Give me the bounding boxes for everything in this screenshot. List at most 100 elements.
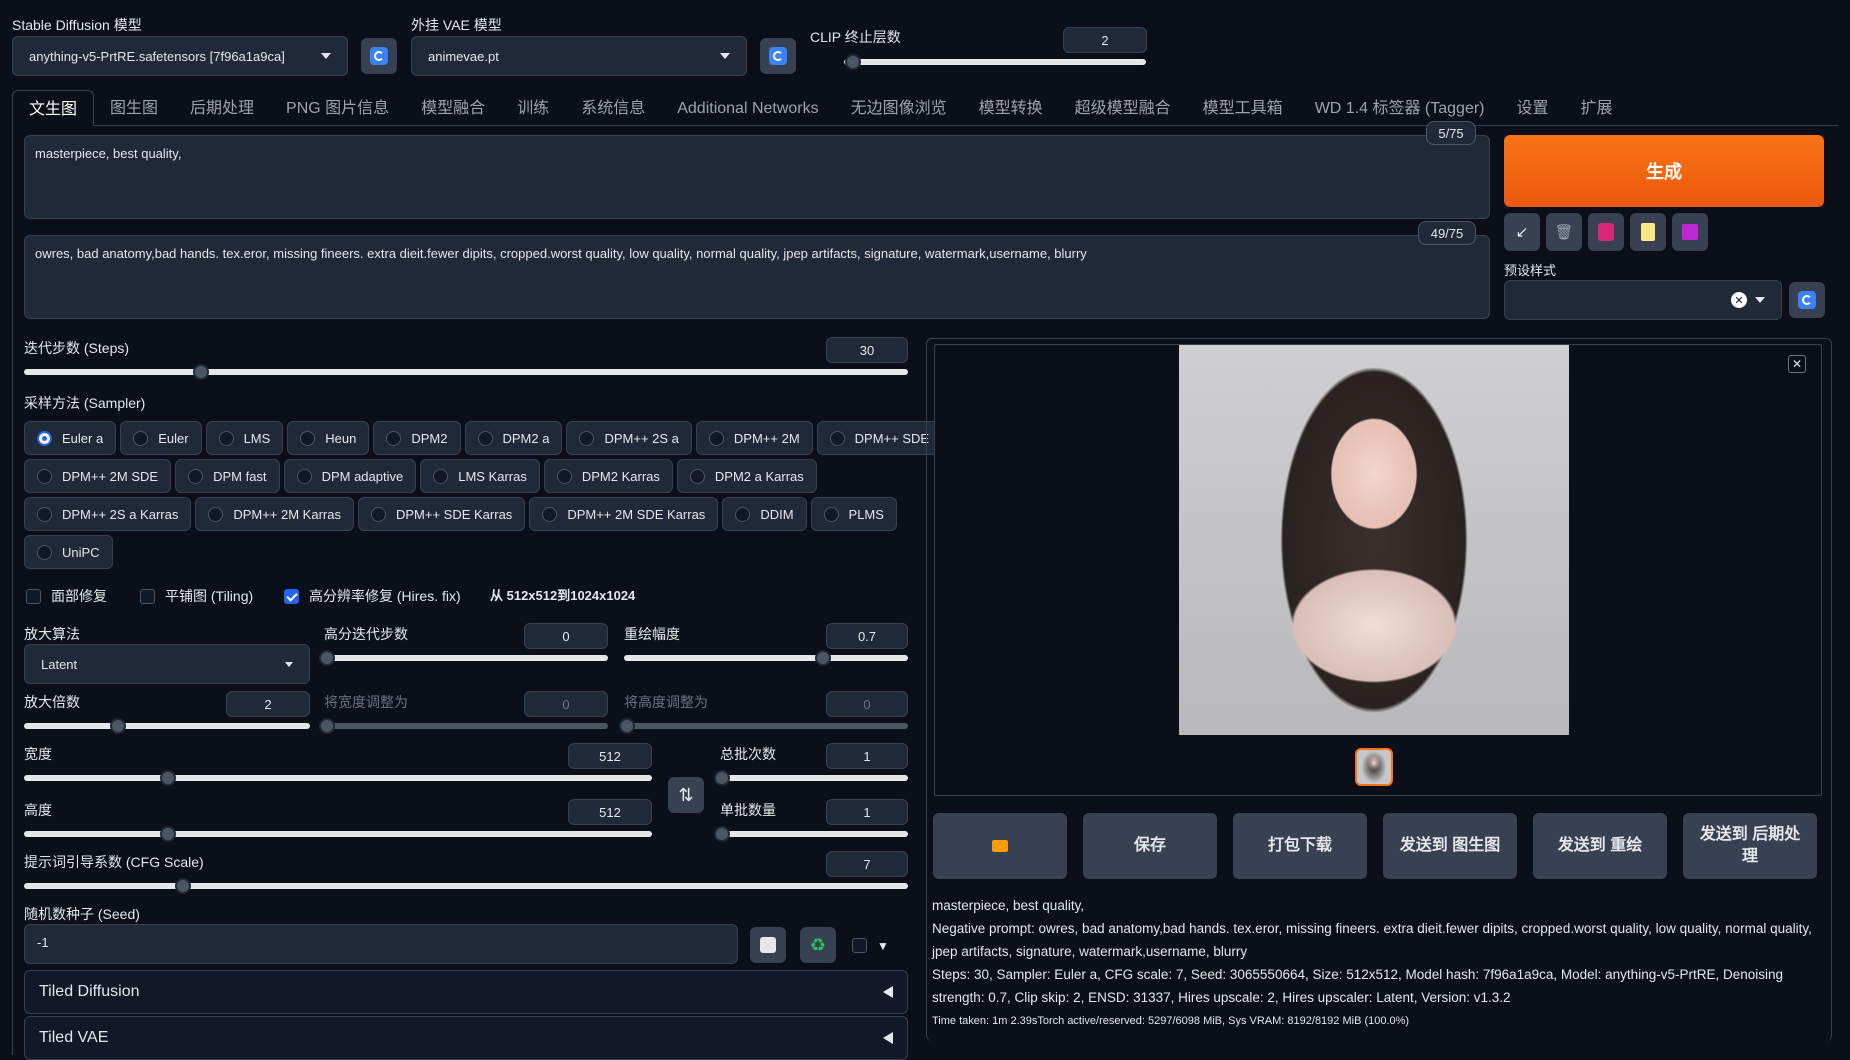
radio-circle[interactable] xyxy=(37,544,52,560)
radio-circle[interactable] xyxy=(296,468,312,484)
save-style-button[interactable] xyxy=(1672,213,1708,251)
radio-circle[interactable] xyxy=(208,506,224,522)
upscale-by-input[interactable]: 2 xyxy=(226,691,310,717)
checkbox-box[interactable] xyxy=(852,938,867,953)
slider-thumb[interactable] xyxy=(618,718,635,734)
refresh-styles-button[interactable] xyxy=(1789,282,1825,318)
tab-7[interactable]: Additional Networks xyxy=(661,90,834,126)
radio-circle[interactable] xyxy=(433,468,449,484)
sampler-option[interactable]: DPM2 Karras xyxy=(543,459,673,493)
radio-circle[interactable] xyxy=(300,430,316,446)
hires-steps-input[interactable]: 0 xyxy=(524,623,608,649)
checkbox-box[interactable] xyxy=(26,588,41,604)
sampler-option[interactable]: DPM++ 2S a xyxy=(566,421,692,455)
clip-skip-input[interactable]: 2 xyxy=(1063,27,1147,53)
extra-networks-button[interactable] xyxy=(1588,213,1624,251)
slider-thumb[interactable] xyxy=(713,770,730,786)
sd-model-dropdown[interactable]: anything-v5-PrtRE.safetensors [7f96a1a9c… xyxy=(12,36,348,76)
sampler-option[interactable]: UniPC xyxy=(24,535,113,569)
radio-circle[interactable] xyxy=(386,430,402,446)
swap-dimensions-button[interactable]: ⇅ xyxy=(668,777,704,813)
slider-thumb[interactable] xyxy=(318,718,335,734)
radio-circle[interactable] xyxy=(689,468,705,484)
output-image[interactable] xyxy=(1179,345,1569,735)
tiled-vae-accordion[interactable]: Tiled VAE xyxy=(24,1016,908,1060)
sampler-option[interactable]: DPM2 a Karras xyxy=(676,459,817,493)
checkbox-box[interactable] xyxy=(284,588,299,604)
style-dropdown[interactable]: ✕ xyxy=(1504,280,1782,320)
radio-circle[interactable] xyxy=(477,430,493,446)
clear-prompt-button[interactable]: 🗑 xyxy=(1546,213,1582,251)
sampler-option[interactable]: DPM++ 2M SDE Karras xyxy=(529,497,719,531)
radio-circle[interactable] xyxy=(370,506,386,522)
extra-seed-checkbox[interactable]: ▼ xyxy=(852,938,889,953)
tab-5[interactable]: 训练 xyxy=(501,90,565,126)
sampler-option[interactable]: DPM adaptive xyxy=(283,459,417,493)
gallery-thumbnail[interactable] xyxy=(1355,748,1393,786)
sampler-option[interactable]: Euler a xyxy=(24,421,117,455)
vae-model-dropdown[interactable]: animevae.pt xyxy=(411,36,747,76)
batch-size-slider[interactable] xyxy=(713,826,908,842)
tab-11[interactable]: 模型工具箱 xyxy=(1187,90,1299,126)
slider-thumb[interactable] xyxy=(814,650,831,666)
tab-4[interactable]: 模型融合 xyxy=(405,90,501,126)
seed-input[interactable]: -1 xyxy=(24,924,738,964)
sampler-option[interactable]: DPM++ SDE Karras xyxy=(357,497,526,531)
clear-icon[interactable]: ✕ xyxy=(1731,292,1747,308)
reuse-seed-button[interactable]: ♻ xyxy=(800,927,836,963)
send-to-extras-button[interactable]: 发送到 后期处理 xyxy=(1683,813,1817,879)
slider-thumb[interactable] xyxy=(845,54,862,70)
cfg-input[interactable]: 7 xyxy=(826,851,908,877)
radio-circle[interactable] xyxy=(556,468,572,484)
sampler-option[interactable]: Euler xyxy=(120,421,202,455)
hires-steps-slider[interactable] xyxy=(318,650,608,666)
positive-prompt-input[interactable]: masterpiece, best quality, xyxy=(24,135,1490,219)
resize-width-input[interactable]: 0 xyxy=(524,691,608,717)
tiling-checkbox[interactable]: 平铺图 (Tiling) xyxy=(140,586,253,606)
radio-circle[interactable] xyxy=(708,430,724,446)
sampler-option[interactable]: DPM++ 2S a Karras xyxy=(24,497,192,531)
height-input[interactable]: 512 xyxy=(568,799,652,825)
save-button[interactable]: 保存 xyxy=(1083,813,1217,879)
sampler-option[interactable]: Heun xyxy=(287,421,370,455)
negative-prompt-input[interactable]: owres, bad anatomy,bad hands. tex.eror, … xyxy=(24,235,1490,319)
zip-download-button[interactable]: 打包下载 xyxy=(1233,813,1367,879)
random-seed-button[interactable] xyxy=(750,927,786,963)
radio-circle[interactable] xyxy=(829,430,845,446)
tab-14[interactable]: 扩展 xyxy=(1565,90,1629,126)
radio-circle[interactable] xyxy=(133,430,149,446)
tab-1[interactable]: 图生图 xyxy=(94,90,174,126)
sampler-option[interactable]: DDIM xyxy=(722,497,807,531)
tab-2[interactable]: 后期处理 xyxy=(174,90,270,126)
radio-circle[interactable] xyxy=(37,506,52,522)
close-icon[interactable]: ✕ xyxy=(1788,355,1806,373)
radio-circle[interactable] xyxy=(823,506,839,522)
cfg-slider[interactable] xyxy=(24,878,908,894)
radio-circle[interactable] xyxy=(37,430,52,446)
sampler-option[interactable]: LMS xyxy=(205,421,284,455)
send-to-inpaint-button[interactable]: 发送到 重绘 xyxy=(1533,813,1667,879)
tab-3[interactable]: PNG 图片信息 xyxy=(270,90,405,126)
open-folder-button[interactable] xyxy=(933,813,1067,879)
refresh-vae-button[interactable] xyxy=(760,38,796,74)
hires-fix-checkbox[interactable]: 高分辨率修复 (Hires. fix) xyxy=(284,586,461,606)
sampler-option[interactable]: DPM2 a xyxy=(464,421,563,455)
sampler-option[interactable]: DPM++ 2M SDE xyxy=(24,459,172,493)
tab-9[interactable]: 模型转换 xyxy=(963,90,1059,126)
checkbox-box[interactable] xyxy=(140,588,155,604)
resize-height-input[interactable]: 0 xyxy=(826,691,908,717)
tab-0[interactable]: 文生图 xyxy=(12,90,95,126)
denoise-input[interactable]: 0.7 xyxy=(826,623,908,649)
slider-thumb[interactable] xyxy=(175,878,192,894)
radio-circle[interactable] xyxy=(579,430,595,446)
sampler-option[interactable]: DPM2 xyxy=(373,421,461,455)
steps-input[interactable]: 30 xyxy=(826,337,908,363)
radio-circle[interactable] xyxy=(218,430,234,446)
steps-slider[interactable] xyxy=(24,364,908,380)
radio-circle[interactable] xyxy=(37,468,52,484)
sampler-option[interactable]: DPM++ 2M xyxy=(695,421,813,455)
slider-thumb[interactable] xyxy=(192,364,209,380)
sampler-option[interactable]: DPM++ 2M Karras xyxy=(195,497,354,531)
denoise-slider[interactable] xyxy=(624,650,908,666)
generate-button[interactable]: 生成 xyxy=(1504,135,1824,207)
